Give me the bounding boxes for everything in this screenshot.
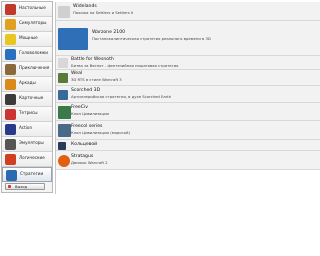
sidebar-item-label: Эмуляторы	[19, 140, 44, 145]
game-launcher-window: Настольные Симуляторы Мощные Головоломки При…	[0, 0, 320, 256]
game-description: Клон Цивилизации (морской)	[71, 130, 130, 135]
sidebar-item-8[interactable]: Action	[2, 122, 52, 137]
action-icon	[5, 124, 16, 135]
strategy-icon	[6, 170, 17, 181]
sidebar-item-10[interactable]: Логические	[2, 152, 52, 167]
sidebar-item-label: Стратегии	[20, 171, 44, 176]
board-games-icon	[5, 4, 16, 15]
arcade-icon	[5, 79, 16, 90]
sidebar-item-7[interactable]: Тетрисы	[2, 107, 52, 122]
sidebar-item-label: Тетрисы	[19, 110, 38, 115]
game-row[interactable]: Freecol series Клон Цивилизации (морской)	[56, 121, 320, 140]
simulators-icon	[5, 19, 16, 30]
game-row[interactable]: Widelands Похожа на Settlers и Settlers I…	[56, 2, 320, 21]
sidebar-item-1[interactable]: Симуляторы	[2, 17, 52, 32]
logic-icon	[5, 154, 16, 165]
game-row[interactable]: Scorched 3D Артиллерийская стратегия, в д…	[56, 86, 320, 103]
tetris-icon	[5, 109, 16, 120]
game-row[interactable]: Battle for Wesnoth Битва за Веснот - фэнт…	[56, 56, 320, 70]
sidebar-item-2[interactable]: Мощные	[2, 32, 52, 47]
cards-icon	[5, 94, 16, 105]
game-description: Битва за Веснот - фэнтезийная пошаговая …	[71, 63, 179, 68]
sidebar-item-5[interactable]: Аркады	[2, 77, 52, 92]
sidebar-item-4[interactable]: Приключения	[2, 62, 52, 77]
sidebar-item-3[interactable]: Головоломки	[2, 47, 52, 62]
sidebar-item-label: Action	[19, 125, 33, 130]
game-title: Кольцевой	[71, 142, 98, 147]
sidebar-item-label: Приключения	[19, 65, 50, 70]
warzone2100-logo	[58, 28, 88, 50]
game-row[interactable]: Stratagus Движок Warcraft 2	[56, 151, 320, 170]
category-sidebar: Настольные Симуляторы Мощные Головоломки При…	[1, 1, 53, 193]
quit-button[interactable]: Выход	[5, 183, 45, 190]
sidebar-item-0[interactable]: Настольные	[2, 2, 52, 17]
game-row[interactable]: FreeCiv Клон Цивилизации	[56, 103, 320, 121]
game-row[interactable]: Warzone 2100 Постапокалиптическая стратег…	[56, 21, 320, 56]
stratagus-icon	[58, 155, 70, 167]
smiley-icon	[5, 34, 16, 45]
wesnoth-icon	[58, 58, 68, 68]
scorched3d-icon	[58, 90, 68, 100]
ring-icon	[58, 142, 66, 150]
emulators-icon	[5, 139, 16, 150]
game-row[interactable]: Кольцевой	[56, 140, 320, 151]
sidebar-item-9[interactable]: Эмуляторы	[2, 137, 52, 152]
sidebar-item-label: Аркады	[19, 80, 36, 85]
adventure-icon	[5, 64, 16, 75]
game-description: Движок Warcraft 2	[71, 160, 108, 165]
game-description: Похожа на Settlers и Settlers II	[73, 10, 134, 15]
sidebar-item-label: Симуляторы	[19, 20, 47, 25]
sidebar-item-label: Карточные	[19, 95, 44, 100]
sidebar-item-label: Настольные	[19, 5, 46, 10]
sidebar-item-label: Логические	[19, 155, 45, 160]
sidebar-item-label: Мощные	[19, 35, 38, 40]
sidebar-item-11[interactable]: Стратегии	[2, 167, 52, 182]
game-row[interactable]: Weal 3D RTS в стиле Warcraft 3	[56, 70, 320, 86]
weal-icon	[58, 73, 68, 83]
widelands-icon	[58, 6, 70, 18]
sidebar-item-6[interactable]: Карточные	[2, 92, 52, 107]
game-list: Widelands Похожа на Settlers и Settlers I…	[55, 2, 320, 194]
puzzle-icon	[5, 49, 16, 60]
exit-icon	[8, 185, 11, 188]
game-description: 3D RTS в стиле Warcraft 3	[71, 77, 122, 82]
game-description: Артиллерийская стратегия, в духе Scorche…	[71, 94, 172, 99]
sidebar-item-label: Головоломки	[19, 50, 49, 55]
quit-label: Выход	[15, 185, 28, 189]
game-description: Клон Цивилизации	[71, 111, 110, 116]
freecol-icon	[58, 124, 71, 137]
game-description: Постапокалиптическая стратегия реального…	[92, 36, 211, 41]
freeciv-icon	[58, 106, 71, 119]
